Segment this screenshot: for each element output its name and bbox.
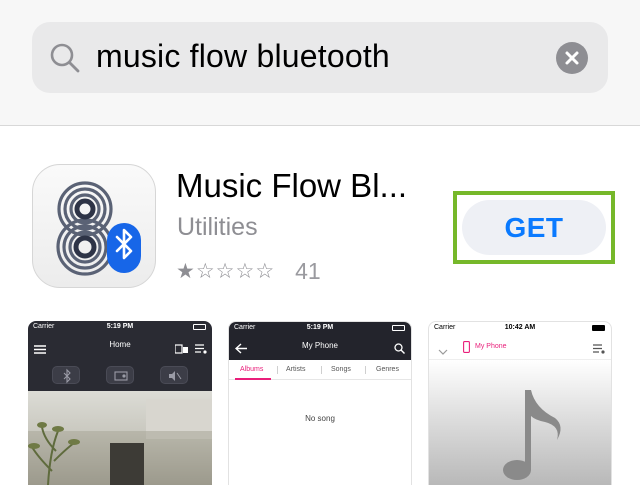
search-input[interactable]: music flow bluetooth [96,36,390,76]
album-art-placeholder [429,360,611,485]
screen-title: My Phone [301,341,339,350]
status-time: 5:19 PM [106,323,134,330]
active-tab-indicator [235,378,271,380]
screen-title: My Phone [475,343,507,350]
app-screenshot-2[interactable]: Carrier 5:19 PM My Phone Albums Artists … [228,321,412,485]
nav-bar: My Phone [229,334,411,360]
playlist-icon [195,341,207,359]
search-header: music flow bluetooth [0,0,640,126]
battery-icon [592,325,605,331]
star-filled-icon: ★ [176,259,195,283]
app-category: Utilities [177,213,258,241]
room-photo [28,391,212,485]
bluetooth-button[interactable] [52,366,80,384]
music-note-icon [495,390,565,485]
status-time: 5:19 PM [306,324,334,331]
app-screenshot-3[interactable]: Carrier 10:42 AM My Phone [428,321,612,485]
nav-bar: Home [28,333,212,359]
clear-search-icon[interactable] [556,42,588,74]
playlist-icon [593,341,605,359]
search-icon [394,341,405,359]
device-controls [28,359,212,391]
rating-stars: ★ ☆ ☆ ☆ ☆ [176,259,275,283]
phone-icon [463,340,470,358]
radio-button[interactable] [106,366,134,384]
speaker-group-icon [174,341,188,359]
get-button-highlight: GET [453,191,615,264]
tab-divider [321,366,322,374]
tab-divider [365,366,366,374]
volume-button[interactable] [160,366,188,384]
tab-artists[interactable]: Artists [286,361,305,379]
rating-count: 41 [295,258,321,284]
star-empty-icon: ☆ [235,259,255,283]
search-icon [49,42,81,74]
tab-genres[interactable]: Genres [376,361,399,379]
star-empty-icon: ☆ [195,259,215,283]
app-screenshot-1[interactable]: Carrier 5:19 PM Home [28,321,212,485]
empty-state-text: No song [305,414,335,423]
tab-divider [277,366,278,374]
tab-albums[interactable]: Albums [240,361,263,379]
status-bar: Carrier 5:19 PM [28,321,212,333]
status-bar: Carrier 5:19 PM [229,322,411,334]
chevron-down-icon [438,343,448,361]
status-bar: Carrier 10:42 AM [429,322,611,334]
battery-icon [193,324,206,330]
battery-icon [392,325,405,331]
tab-songs[interactable]: Songs [331,361,351,379]
app-name[interactable]: Music Flow Bl... [176,165,407,207]
app-rating: ★ ☆ ☆ ☆ ☆ 41 [176,257,321,285]
status-time: 10:42 AM [504,324,536,331]
star-empty-icon: ☆ [215,259,235,283]
search-field[interactable]: music flow bluetooth [32,22,608,93]
app-icon[interactable] [32,164,156,288]
get-button[interactable]: GET [462,200,606,255]
nav-bar: My Phone [429,334,611,360]
library-tabs: Albums Artists Songs Genres [229,360,411,380]
star-empty-icon: ☆ [255,259,275,283]
